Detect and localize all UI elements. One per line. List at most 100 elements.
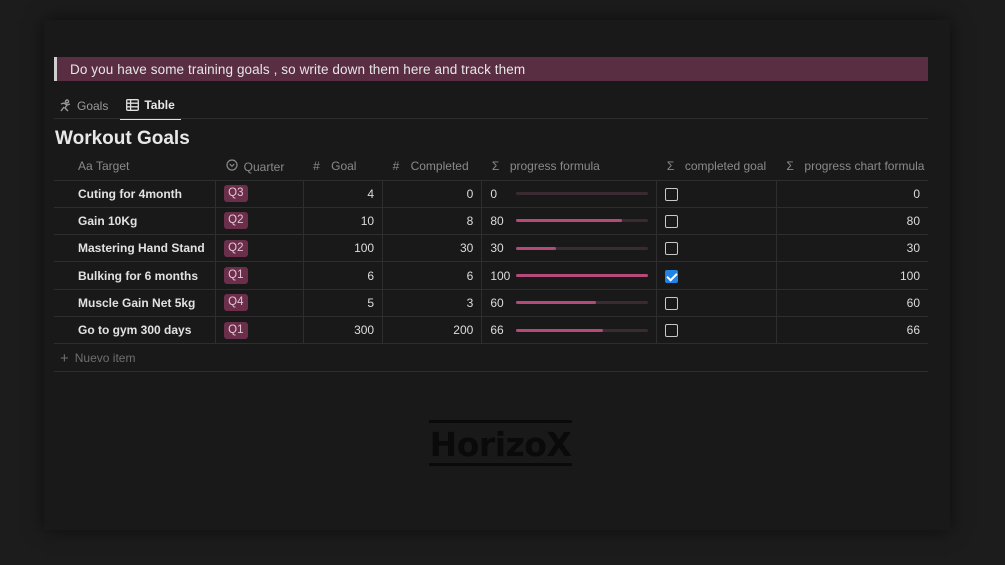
table-icon [126, 99, 140, 111]
progress-bar [516, 274, 649, 278]
text-type-icon: Aa [78, 159, 93, 174]
progress-bar [516, 219, 649, 223]
cell-completed[interactable]: 3 [382, 289, 483, 317]
completed-checkbox[interactable] [665, 215, 679, 229]
cell-target[interactable]: Bulking for 6 months [54, 261, 217, 290]
progress-wrap: 60 [490, 296, 649, 310]
cell-chart: 100 [776, 261, 928, 290]
quarter-badge: Q1 [224, 321, 248, 339]
horizox-logo: HorizoX [429, 420, 572, 466]
column-header-goal[interactable]: # Goal [303, 153, 383, 181]
column-header-quarter[interactable]: Quarter [215, 153, 304, 181]
number-type-icon: # [392, 159, 400, 174]
select-icon [226, 159, 241, 174]
cell-target[interactable]: Mastering Hand Stand [54, 234, 217, 263]
progress-bar [516, 246, 649, 250]
progress-bar-fill [516, 274, 649, 278]
tab-table-label: Table [144, 98, 175, 112]
new-item-label: Nuevo item [74, 351, 136, 365]
callout-banner: Do you have some training goals , so wri… [54, 57, 928, 81]
cell-goal[interactable]: 6 [303, 261, 384, 290]
cell-quarter[interactable]: Q2 [215, 234, 304, 263]
completed-checkbox[interactable] [665, 297, 679, 310]
new-item-button[interactable]: + Nuevo item [54, 345, 928, 372]
table-row[interactable]: Go to gym 300 days Q1 300 200 66 66 [54, 316, 928, 345]
column-label: progress formula [509, 159, 600, 174]
formula-icon: Σ [786, 159, 794, 174]
table-row[interactable]: Cuting for 4month Q3 4 0 0 0 [54, 180, 928, 208]
tab-table[interactable]: Table [120, 92, 181, 120]
progress-wrap: 30 [490, 241, 649, 255]
column-label: Quarter [243, 159, 285, 174]
cell-completed-goal [656, 180, 777, 208]
cell-completed[interactable]: 0 [382, 180, 483, 208]
cell-quarter[interactable]: Q3 [215, 180, 304, 208]
tab-goals-label: Goals [77, 99, 109, 113]
progress-wrap: 80 [490, 214, 649, 228]
cell-completed-goal [656, 207, 777, 236]
cell-target[interactable]: Gain 10Kg [54, 207, 217, 236]
cell-progress: 80 [481, 207, 658, 236]
quarter-badge: Q1 [224, 267, 248, 285]
cell-goal[interactable]: 300 [303, 316, 384, 345]
cell-goal[interactable]: 100 [303, 234, 384, 263]
column-label: Target [96, 159, 130, 174]
progress-wrap: 100 [490, 268, 649, 283]
tab-goals[interactable]: Goals [58, 92, 114, 120]
column-header-completed[interactable]: # Completed [382, 153, 482, 181]
table-row[interactable]: Mastering Hand Stand Q2 100 30 30 30 [54, 234, 928, 263]
column-header-chart[interactable]: Σprogress chart formula [776, 153, 928, 181]
cell-goal[interactable]: 10 [303, 207, 384, 236]
progress-bar [516, 192, 649, 196]
cell-chart: 0 [776, 180, 928, 208]
column-header-progress[interactable]: Σprogress formula [481, 153, 657, 181]
cell-goal[interactable]: 5 [303, 289, 384, 317]
plus-icon: + [60, 349, 69, 367]
progress-bar-fill [516, 301, 596, 305]
cell-completed[interactable]: 200 [382, 316, 483, 345]
completed-checkbox[interactable] [665, 242, 679, 256]
cell-target[interactable]: Go to gym 300 days [54, 316, 217, 345]
progress-bar-fill [516, 328, 604, 332]
completed-checkbox[interactable] [665, 324, 679, 338]
progress-bar [516, 301, 649, 305]
cell-completed-goal [656, 234, 777, 263]
quarter-badge: Q2 [224, 239, 248, 257]
view-tabs: Goals Table [58, 90, 187, 120]
table-row[interactable]: Bulking for 6 months Q1 6 6 100 100 [54, 261, 928, 290]
completed-checkbox[interactable] [665, 187, 679, 201]
goals-table: Aa Target Quarter # Goal # Completed Σprogr… [54, 153, 928, 345]
page-frame: Do you have some training goals , so wri… [44, 20, 950, 530]
cell-completed[interactable]: 8 [382, 207, 483, 236]
progress-wrap: 66 [490, 323, 649, 338]
cell-goal[interactable]: 4 [303, 180, 384, 208]
column-header-completed-goal[interactable]: Σcompleted goal [656, 153, 777, 181]
cell-progress: 100 [481, 261, 658, 290]
completed-checkbox[interactable] [665, 269, 679, 283]
cell-chart: 80 [776, 207, 928, 236]
progress-bar [516, 328, 649, 332]
cell-completed-goal [656, 316, 777, 345]
progress-value: 66 [490, 323, 504, 338]
table-header-row: Aa Target Quarter # Goal # Completed Σprogr… [54, 153, 928, 181]
cell-completed-goal [656, 261, 777, 290]
cell-chart: 66 [776, 316, 928, 345]
cell-progress: 66 [481, 316, 658, 345]
cell-quarter[interactable]: Q1 [215, 316, 304, 345]
cell-completed[interactable]: 6 [382, 261, 483, 290]
cell-quarter[interactable]: Q2 [215, 207, 304, 236]
cell-target[interactable]: Muscle Gain Net 5kg [54, 289, 217, 317]
cell-completed[interactable]: 30 [382, 234, 483, 263]
column-header-target[interactable]: Aa Target [54, 153, 216, 181]
table-row[interactable]: Muscle Gain Net 5kg Q4 5 3 60 60 [54, 289, 928, 317]
cell-chart: 30 [776, 234, 928, 263]
cell-quarter[interactable]: Q4 [215, 289, 304, 317]
progress-bar-fill [516, 246, 556, 250]
progress-value: 100 [490, 268, 511, 283]
cell-progress: 30 [481, 234, 658, 263]
cell-quarter[interactable]: Q1 [215, 261, 304, 290]
progress-bar-fill [516, 219, 622, 223]
formula-icon: Σ [666, 159, 675, 174]
table-row[interactable]: Gain 10Kg Q2 10 8 80 80 [54, 207, 928, 236]
cell-target[interactable]: Cuting for 4month [54, 180, 217, 208]
